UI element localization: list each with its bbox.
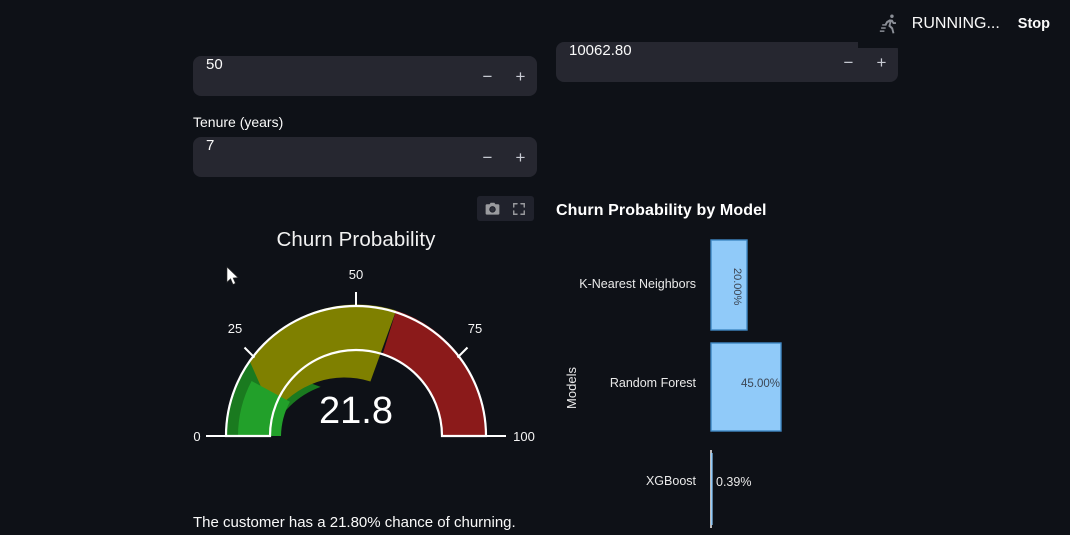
bar-xgboost[interactable] [711,453,713,525]
running-person-icon [878,13,900,35]
tenure-increment-button[interactable]: + [504,137,537,177]
gauge-tick-label-100: 100 [513,429,535,444]
total-charges-field: 10062.80 − + [556,42,898,82]
tenure-decrement-button[interactable]: − [471,137,504,177]
total-charges-decrement-button[interactable]: − [832,42,865,82]
total-charges-increment-button[interactable]: + [865,42,898,82]
churn-conclusion-text: The customer has a 21.80% chance of chur… [193,514,516,531]
stop-button[interactable]: Stop [1012,12,1056,36]
total-charges-input-wrapper[interactable]: 10062.80 − + [556,42,898,82]
tenure-label: Tenure (years) [193,114,284,130]
monthly-charges-field: 50 − + [193,56,537,96]
gauge-modebar[interactable] [477,196,534,221]
gauge-tick-label-25: 25 [228,321,242,336]
bar-value-label-rf: 45.00% [741,378,780,390]
gauge-value-label: 21.8 [319,390,393,432]
gauge-tick-label-50: 50 [349,267,363,282]
gauge-svg: Churn Probability 0 25 50 75 100 21.8 [193,228,535,444]
gauge-tick-label-75: 75 [468,321,482,336]
monthly-charges-input-wrapper[interactable]: 50 − + [193,56,537,96]
total-charges-input[interactable]: 10062.80 [556,42,832,82]
camera-icon[interactable] [481,199,504,218]
tenure-input-wrapper[interactable]: 7 − + [193,137,537,178]
churn-probability-gauge-chart[interactable]: Churn Probability 0 25 50 75 100 21.8 [184,196,544,456]
bar-chart-title: Churn Probability by Model [556,202,767,219]
churn-probability-by-model-chart[interactable]: Churn Probability by Model Models K-Near… [556,198,916,535]
bar-category-label-rf: Random Forest [610,376,697,390]
app-status-bar: RUNNING... Stop [857,0,1070,48]
monthly-charges-input[interactable]: 50 [193,56,471,96]
running-status-label: RUNNING... [911,15,1000,32]
tenure-field: Tenure (years) 7 − + [193,113,537,178]
bar-category-label-xgboost: XGBoost [646,474,697,488]
bar-value-label-knn: 20.00% [731,268,743,306]
bar-chart-axis-title-models: Models [564,367,579,409]
bar-value-label-xgboost: 0.39% [716,475,751,489]
gauge-tick-label-0: 0 [193,429,200,444]
fullscreen-icon[interactable] [507,199,530,218]
bar-chart-svg: Churn Probability by Model Models K-Near… [556,202,782,528]
monthly-charges-increment-button[interactable]: + [504,56,537,96]
monthly-charges-decrement-button[interactable]: − [471,56,504,96]
tenure-input[interactable]: 7 [193,137,471,177]
gauge-title: Churn Probability [277,228,437,251]
bar-category-label-knn: K-Nearest Neighbors [579,277,696,291]
